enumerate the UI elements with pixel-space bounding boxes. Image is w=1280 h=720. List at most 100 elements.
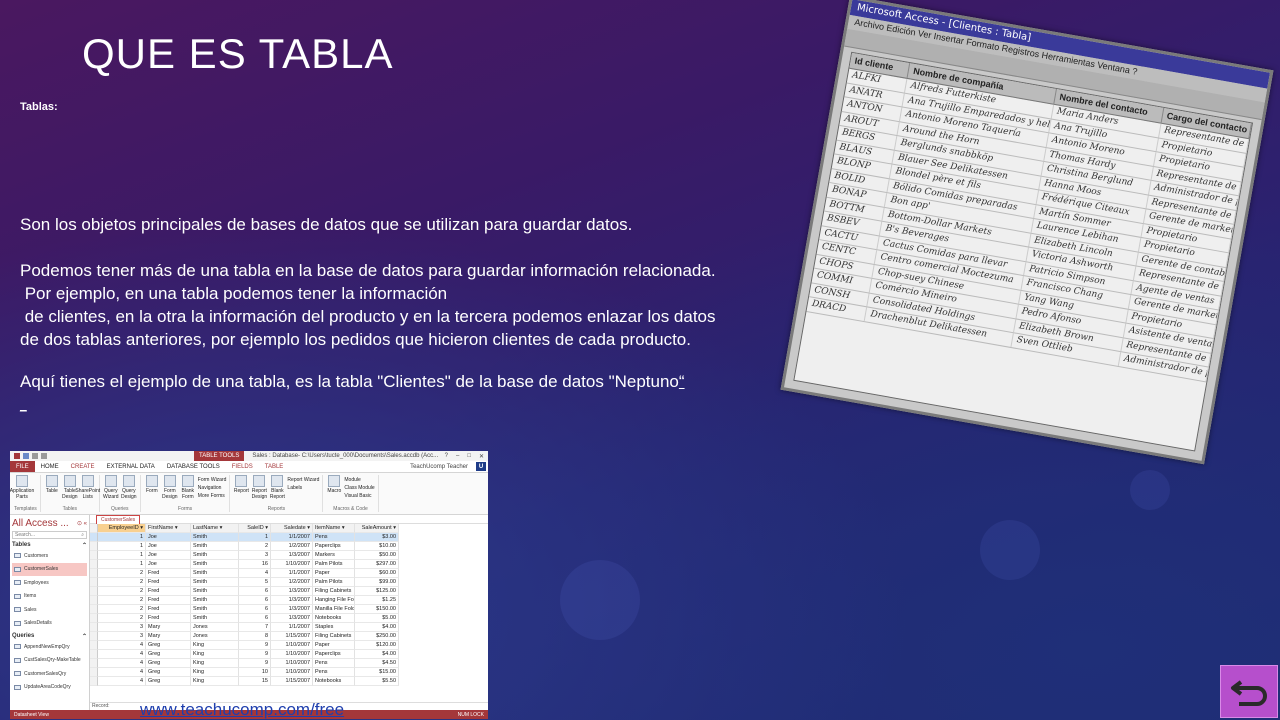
table-cell[interactable]: 1/10/2007 [271, 560, 313, 569]
table-cell[interactable]: 2 [98, 605, 146, 614]
table-cell[interactable]: Filing Cabinets [313, 587, 355, 596]
table-cell[interactable]: 4 [98, 668, 146, 677]
table-cell[interactable]: 1/2/2007 [271, 578, 313, 587]
table-cell[interactable]: 15 [239, 677, 271, 686]
row-selector[interactable] [90, 668, 98, 677]
nav-search-input[interactable]: Search... ⌕ [12, 531, 87, 539]
table-cell[interactable]: 9 [239, 650, 271, 659]
tab-database-tools[interactable]: DATABASE TOOLS [161, 461, 226, 472]
nav-item[interactable]: UpdateAreaCodeQry [12, 681, 87, 695]
nav-item[interactable]: CustSalesQry-MakeTable [12, 654, 87, 668]
row-selector[interactable] [90, 659, 98, 668]
table-cell[interactable]: 1/1/2007 [271, 569, 313, 578]
watermark-url[interactable]: www.teachucomp.com/free [140, 700, 344, 720]
table-row[interactable]: 1 Joe Smith 2 1/2/2007 Paperclips $10.00 [90, 542, 399, 551]
table-cell[interactable]: $5.00 [355, 614, 399, 623]
table-cell[interactable]: 1/2/2007 [271, 542, 313, 551]
row-selector[interactable] [90, 542, 98, 551]
table-cell[interactable]: $60.00 [355, 569, 399, 578]
ribbon-button[interactable]: Report Design [251, 475, 267, 506]
ribbon-small-button[interactable]: Labels [287, 485, 319, 491]
row-selector[interactable] [90, 533, 98, 542]
table-cell[interactable]: 3 [239, 551, 271, 560]
ribbon-button[interactable]: Macro [326, 475, 342, 506]
table-cell[interactable]: 1 [98, 533, 146, 542]
table-cell[interactable]: 2 [98, 587, 146, 596]
table-cell[interactable]: 5 [239, 578, 271, 587]
table-row[interactable]: 2 Fred Smith 6 1/3/2007 Hanging File Fol $1.25 [90, 596, 399, 605]
row-selector[interactable] [90, 560, 98, 569]
table-cell[interactable]: Notebooks [313, 614, 355, 623]
table-cell[interactable]: $250.00 [355, 632, 399, 641]
row-selector[interactable] [90, 551, 98, 560]
object-tab-customersales[interactable]: CustomerSales [96, 515, 141, 524]
column-header[interactable]: SaleAmount ▾ [355, 524, 399, 533]
table-cell[interactable]: 7 [239, 623, 271, 632]
save-icon[interactable] [23, 453, 29, 459]
table-cell[interactable]: Fred [146, 614, 191, 623]
table-cell[interactable]: 1/3/2007 [271, 596, 313, 605]
table-cell[interactable]: 3 [98, 623, 146, 632]
ribbon-button[interactable]: Form [144, 475, 160, 506]
row-selector[interactable] [90, 650, 98, 659]
row-selector[interactable] [90, 605, 98, 614]
table-row[interactable]: 2 Fred Smith 6 1/3/2007 Manilla File Folc $150… [90, 605, 399, 614]
table-cell[interactable]: $4.00 [355, 623, 399, 632]
column-header[interactable]: Saledate ▾ [271, 524, 313, 533]
table-cell[interactable]: Palm Pilots [313, 578, 355, 587]
ribbon-button[interactable]: SharePoint Lists [75, 475, 100, 506]
table-cell[interactable]: Greg [146, 650, 191, 659]
ribbon-small-button[interactable]: Module [344, 477, 374, 483]
nav-item[interactable]: SalesDetails [12, 617, 87, 631]
table-cell[interactable]: Smith [191, 596, 239, 605]
ribbon-button[interactable]: Query Wizard [103, 475, 119, 506]
table-row[interactable]: 3 Mary Jones 7 1/1/2007 Staples $4.00 [90, 623, 399, 632]
table-cell[interactable]: Filing Cabinets [313, 632, 355, 641]
table-cell[interactable]: King [191, 641, 239, 650]
table-cell[interactable]: 6 [239, 596, 271, 605]
nav-section-tables[interactable]: Tables ⌃ [12, 542, 87, 549]
table-cell[interactable]: $3.00 [355, 533, 399, 542]
neptuno-link[interactable]: “ [679, 372, 685, 391]
row-selector[interactable] [90, 641, 98, 650]
nav-section-queries[interactable]: Queries ⌃ [12, 633, 87, 640]
table-cell[interactable]: 1 [98, 560, 146, 569]
table-cell[interactable]: 1/3/2007 [271, 605, 313, 614]
ribbon-small-button[interactable]: Form Wizard [198, 477, 227, 483]
table-row[interactable]: 4 Greg King 9 1/10/2007 Pens $4.50 [90, 659, 399, 668]
table-cell[interactable]: $15.00 [355, 668, 399, 677]
help-icon[interactable]: ? [445, 453, 448, 460]
ribbon-small-button[interactable]: Class Module [344, 485, 374, 491]
table-cell[interactable]: 6 [239, 587, 271, 596]
table-cell[interactable]: Greg [146, 641, 191, 650]
table-cell[interactable]: $120.00 [355, 641, 399, 650]
table-cell[interactable]: 1/1/2007 [271, 533, 313, 542]
nav-item[interactable]: CustomerSales [12, 562, 87, 576]
table-cell[interactable]: Staples [313, 623, 355, 632]
column-header[interactable]: FirstName ▾ [146, 524, 191, 533]
row-selector[interactable] [90, 677, 98, 686]
table-cell[interactable]: 3 [98, 632, 146, 641]
ribbon-button[interactable]: Blank Report [269, 475, 285, 506]
table-cell[interactable]: 4 [98, 641, 146, 650]
table-row[interactable]: 1 Joe Smith 3 1/3/2007 Markers $50.00 [90, 551, 399, 560]
column-header[interactable]: SaleID ▾ [239, 524, 271, 533]
table-cell[interactable]: 1/15/2007 [271, 677, 313, 686]
table-row[interactable]: 2 Fred Smith 5 1/2/2007 Palm Pilots $99.00 [90, 578, 399, 587]
table-cell[interactable]: 2 [98, 578, 146, 587]
table-cell[interactable]: Greg [146, 668, 191, 677]
table-cell[interactable]: 1/10/2007 [271, 641, 313, 650]
table-cell[interactable]: $5.50 [355, 677, 399, 686]
ribbon-small-button[interactable]: More Forms [198, 493, 227, 499]
tab-create[interactable]: CREATE [65, 461, 101, 472]
maximize-icon[interactable]: □ [467, 453, 471, 460]
table-cell[interactable]: 2 [98, 614, 146, 623]
tab-fields[interactable]: FIELDS [226, 461, 259, 472]
table-row[interactable]: 2 Fred Smith 6 1/3/2007 Notebooks $5.00 [90, 614, 399, 623]
table-cell[interactable]: Smith [191, 605, 239, 614]
column-header[interactable]: EmployeeID ▾ [98, 524, 146, 533]
table-cell[interactable]: 1/10/2007 [271, 659, 313, 668]
table-cell[interactable]: 1/10/2007 [271, 650, 313, 659]
collapse-icon[interactable]: ⌃ [82, 633, 87, 640]
table-cell[interactable]: 2 [98, 596, 146, 605]
